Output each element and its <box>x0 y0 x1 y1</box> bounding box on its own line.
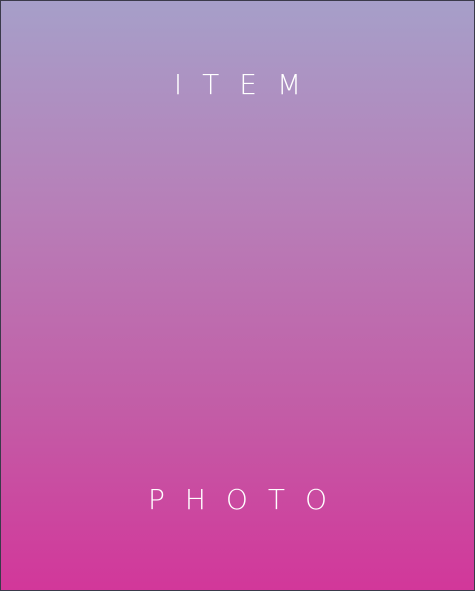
placeholder-top-text: ITEM <box>173 68 322 101</box>
placeholder-bottom-text: PHOTO <box>147 483 348 516</box>
item-photo-placeholder: ITEM PHOTO <box>0 0 475 591</box>
